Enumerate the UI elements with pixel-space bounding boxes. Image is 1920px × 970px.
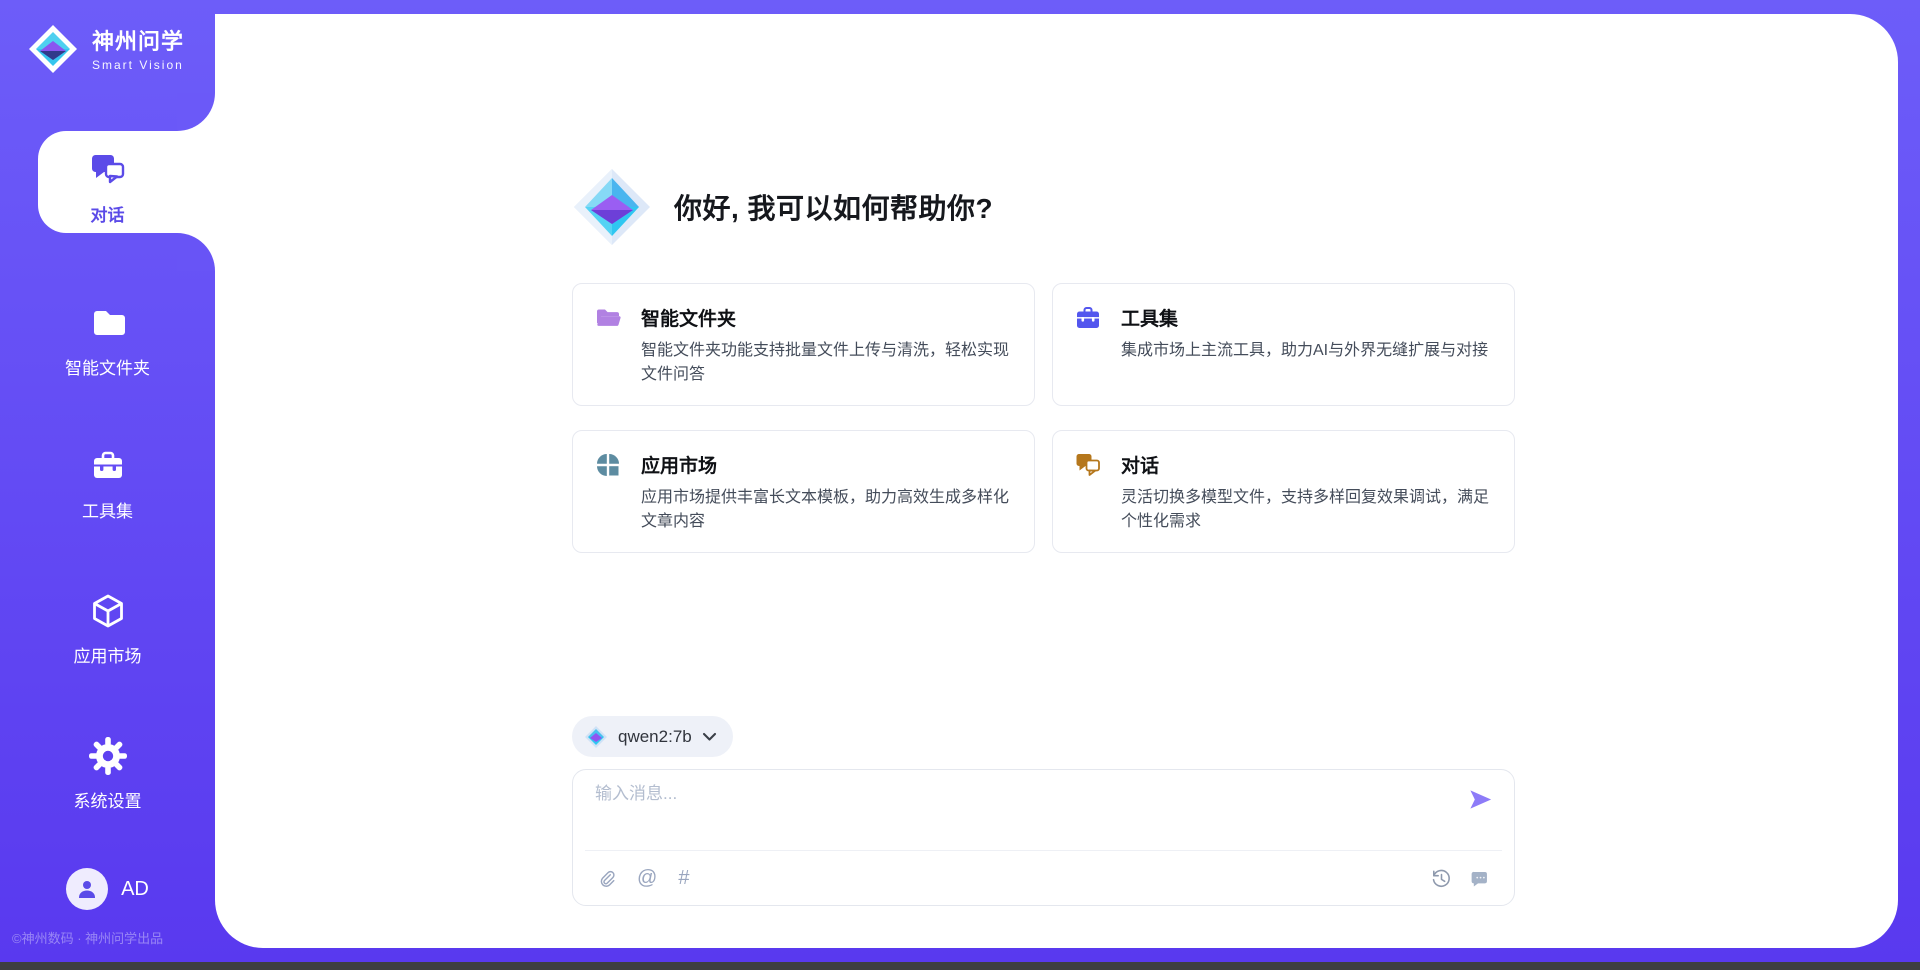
brand-diamond-icon	[28, 24, 78, 74]
card-app-market[interactable]: 应用市场 应用市场提供丰富长文本模板，助力高效生成多样化文章内容	[572, 430, 1035, 553]
send-button[interactable]	[1467, 786, 1494, 813]
brand-logo: 神州问学 Smart Vision	[28, 24, 215, 74]
sidebar: 神州问学 Smart Vision 对话 智能文件夹	[0, 0, 215, 962]
send-icon	[1467, 786, 1494, 813]
card-smart-folder[interactable]: 智能文件夹 智能文件夹功能支持批量文件上传与清洗，轻松实现文件问答	[572, 283, 1035, 406]
app-market-icon	[595, 452, 621, 478]
greeting-diamond-icon	[572, 167, 652, 247]
greeting-title: 你好, 我可以如何帮助你?	[674, 187, 993, 227]
message-icon	[1469, 868, 1490, 889]
sidebar-item-label: 应用市场	[0, 642, 215, 667]
greeting-block: 你好, 我可以如何帮助你?	[572, 167, 1515, 247]
sidebar-item-chat[interactable]: 对话	[0, 150, 215, 226]
gear-icon	[88, 736, 128, 776]
card-title: 对话	[1121, 451, 1159, 478]
toolbox-icon	[1075, 305, 1101, 331]
sidebar-item-toolset[interactable]: 工具集	[0, 446, 215, 522]
sidebar-item-app-market[interactable]: 应用市场	[0, 591, 215, 667]
window-bottom-edge	[0, 962, 1920, 970]
active-tab-fillet-top	[177, 93, 215, 131]
sidebar-item-label: 对话	[0, 201, 215, 226]
avatar[interactable]	[66, 868, 108, 910]
card-title: 工具集	[1121, 304, 1178, 331]
card-chat[interactable]: 对话 灵活切换多模型文件，支持多样回复效果调试，满足个性化需求	[1052, 430, 1515, 553]
user-profile[interactable]: AD	[0, 868, 215, 910]
card-toolset[interactable]: 工具集 集成市场上主流工具，助力AI与外界无缝扩展与对接	[1052, 283, 1515, 406]
mention-button[interactable]: @	[637, 868, 657, 888]
hashtag-icon: #	[678, 868, 689, 888]
chat-icon	[88, 150, 128, 190]
sidebar-item-label: 工具集	[0, 497, 215, 522]
message-input[interactable]	[595, 784, 1467, 804]
card-title: 应用市场	[641, 451, 717, 478]
chat-icon	[1075, 452, 1101, 478]
model-name: qwen2:7b	[618, 727, 692, 747]
message-panel-button[interactable]	[1469, 868, 1490, 889]
chevron-down-icon	[702, 732, 717, 742]
person-icon	[75, 877, 99, 901]
app-title: 神州问学	[92, 29, 184, 54]
message-composer: @ #	[572, 769, 1515, 906]
sidebar-item-smart-folder[interactable]: 智能文件夹	[0, 303, 215, 379]
history-button[interactable]	[1431, 868, 1452, 889]
card-description: 智能文件夹功能支持批量文件上传与清洗，轻松实现文件问答	[641, 339, 1012, 388]
attachment-button[interactable]	[597, 868, 616, 889]
folder-open-icon	[595, 305, 621, 331]
app-subtitle: Smart Vision	[92, 58, 184, 72]
sidebar-item-settings[interactable]: 系统设置	[0, 736, 215, 812]
card-description: 集成市场上主流工具，助力AI与外界无缝扩展与对接	[1121, 339, 1492, 363]
paperclip-icon	[597, 868, 616, 889]
model-selector[interactable]: qwen2:7b	[572, 716, 733, 757]
folder-icon	[88, 303, 128, 343]
cube-icon	[88, 591, 128, 631]
model-logo-diamond-icon	[584, 725, 608, 749]
toolbox-icon	[88, 446, 128, 486]
hashtag-button[interactable]: #	[678, 868, 689, 888]
main-panel: 你好, 我可以如何帮助你? 智能文件夹 智能文件夹功能支持批量文件上传与清洗，轻…	[215, 14, 1898, 948]
card-description: 应用市场提供丰富长文本模板，助力高效生成多样化文章内容	[641, 486, 1012, 535]
card-title: 智能文件夹	[641, 304, 736, 331]
at-icon: @	[637, 868, 657, 888]
sidebar-item-label: 系统设置	[0, 787, 215, 812]
main-content: 你好, 我可以如何帮助你? 智能文件夹 智能文件夹功能支持批量文件上传与清洗，轻…	[572, 14, 1515, 948]
copyright-footer: ©神州数码 · 神州问学出品	[12, 928, 163, 947]
sidebar-item-label: 智能文件夹	[0, 354, 215, 379]
feature-cards: 智能文件夹 智能文件夹功能支持批量文件上传与清洗，轻松实现文件问答	[572, 283, 1515, 553]
user-name: AD	[121, 878, 149, 901]
active-tab-fillet-bottom	[177, 233, 215, 271]
history-icon	[1431, 868, 1452, 889]
card-description: 灵活切换多模型文件，支持多样回复效果调试，满足个性化需求	[1121, 486, 1492, 535]
